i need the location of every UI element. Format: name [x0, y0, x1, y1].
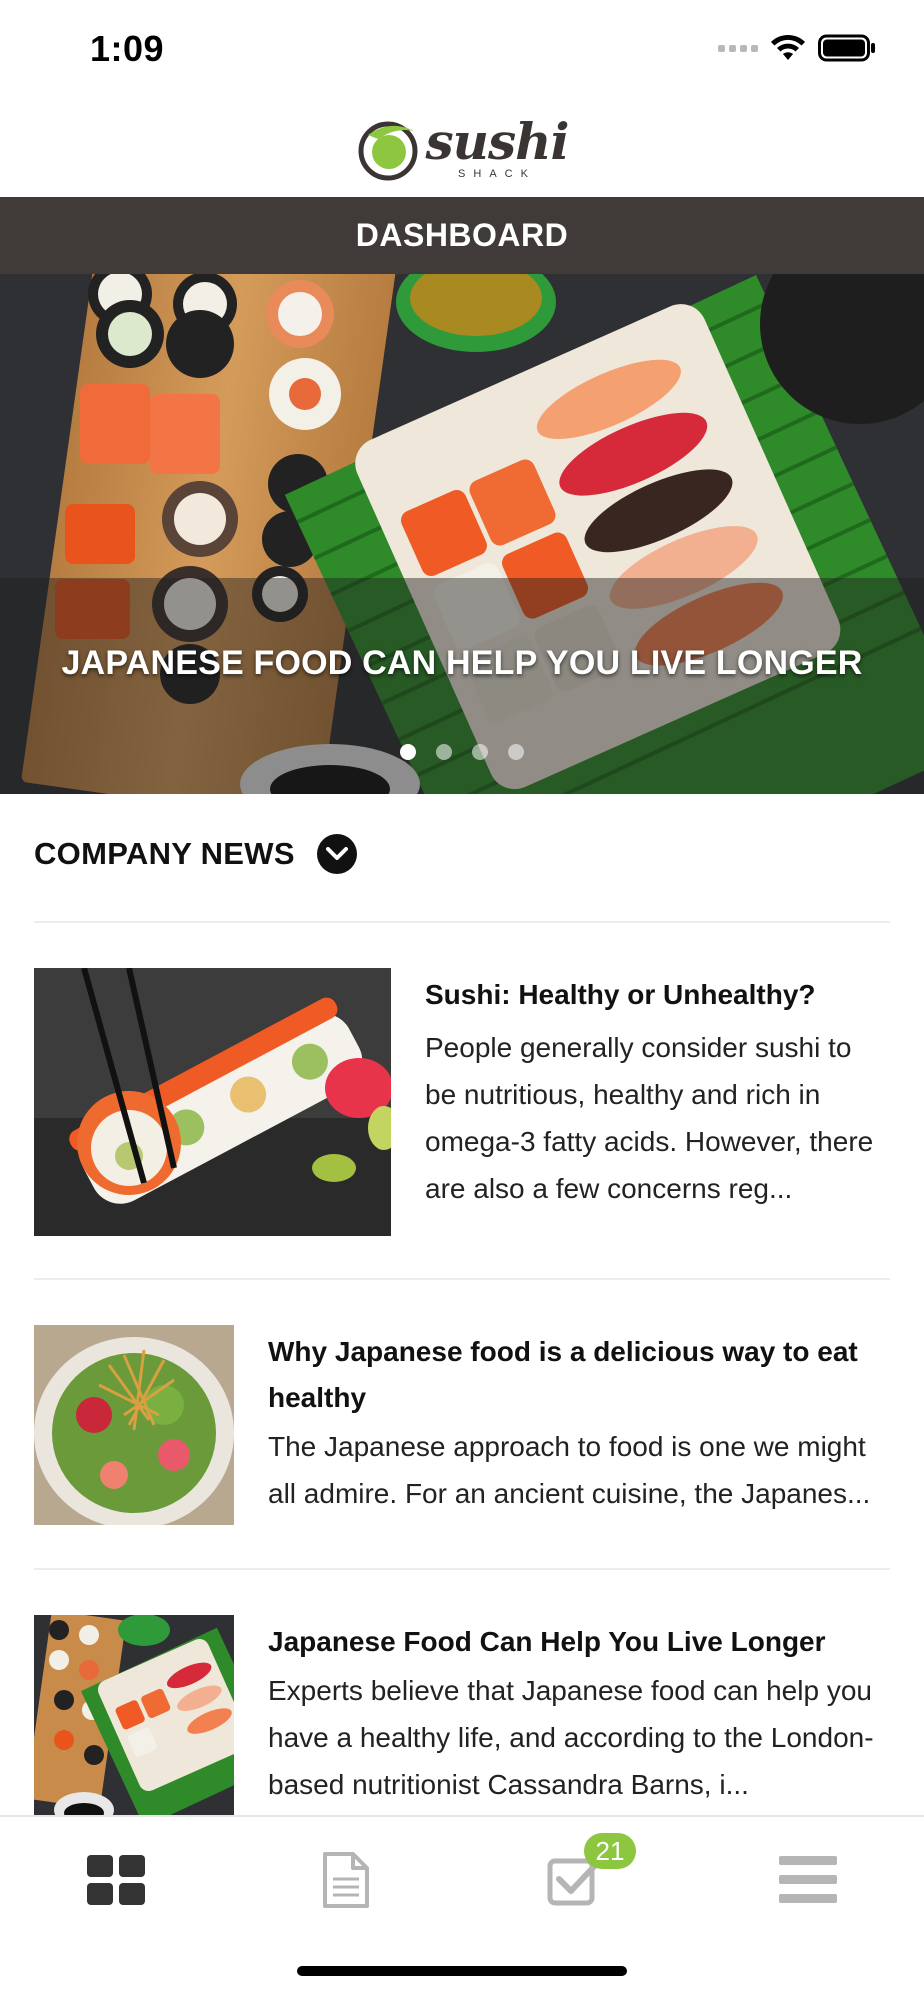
hero-carousel[interactable]: JAPANESE FOOD CAN HELP YOU LIVE LONGER [0, 274, 924, 794]
title-bar: DASHBOARD [0, 197, 924, 274]
carousel-dot-3[interactable] [472, 744, 488, 760]
news-item-1[interactable]: Sushi: Healthy or Unhealthy? People gene… [34, 968, 890, 1236]
battery-icon [818, 34, 875, 62]
news-thumbnail-1 [34, 968, 391, 1236]
news-thumbnail-2 [34, 1325, 234, 1525]
tasks-count-badge: 21 [584, 1833, 636, 1869]
carousel-dot-2[interactable] [436, 744, 452, 760]
divider [34, 1278, 890, 1280]
chevron-down-icon[interactable] [316, 834, 357, 874]
header-logo-area: sushi SHACK [0, 100, 924, 197]
carousel-dots [0, 744, 924, 760]
company-news-title: COMPANY NEWS [34, 836, 295, 871]
news-title-2[interactable]: Why Japanese food is a delicious way to … [268, 1329, 890, 1421]
hero-caption: JAPANESE FOOD CAN HELP YOU LIVE LONGER [61, 644, 863, 682]
wifi-icon [771, 34, 805, 60]
brand-subtitle: SHACK [458, 168, 536, 180]
brand-logo: sushi SHACK [356, 112, 570, 181]
status-time: 1:09 [90, 28, 165, 69]
news-title-1[interactable]: Sushi: Healthy or Unhealthy? [425, 972, 890, 1018]
brand-word: sushi [425, 112, 570, 171]
carousel-dot-1[interactable] [400, 744, 416, 760]
news-excerpt-2: The Japanese approach to food is one we … [268, 1431, 871, 1509]
divider [34, 921, 890, 923]
divider [34, 1568, 890, 1570]
tab-tasks[interactable]: 21 [536, 1833, 636, 1915]
news-item-3[interactable]: Japanese Food Can Help You Live Longer E… [34, 1615, 890, 1815]
news-thumbnail-3 [34, 1615, 234, 1815]
status-icons [718, 34, 876, 62]
cellular-signal-icon [718, 44, 758, 52]
company-news-header[interactable]: COMPANY NEWS [34, 834, 357, 874]
news-title-3[interactable]: Japanese Food Can Help You Live Longer [268, 1619, 890, 1665]
news-excerpt-3: Experts believe that Japanese food can h… [268, 1675, 874, 1800]
document-icon [323, 1852, 369, 1908]
news-item-2[interactable]: Why Japanese food is a delicious way to … [34, 1325, 890, 1525]
tab-dashboard[interactable] [76, 1845, 156, 1915]
carousel-dot-4[interactable] [508, 744, 524, 760]
home-indicator[interactable] [297, 1966, 627, 1976]
page-title: DASHBOARD [355, 217, 569, 253]
grid-icon [87, 1855, 145, 1905]
news-excerpt-1: People generally consider sushi to be nu… [425, 1032, 874, 1204]
status-bar: 1:09 [0, 0, 924, 100]
brand-swirl-icon [358, 121, 417, 180]
tab-documents[interactable] [306, 1845, 386, 1915]
hero-caption-overlay [0, 578, 924, 794]
hamburger-icon [779, 1856, 837, 1903]
tab-menu[interactable] [768, 1845, 848, 1915]
